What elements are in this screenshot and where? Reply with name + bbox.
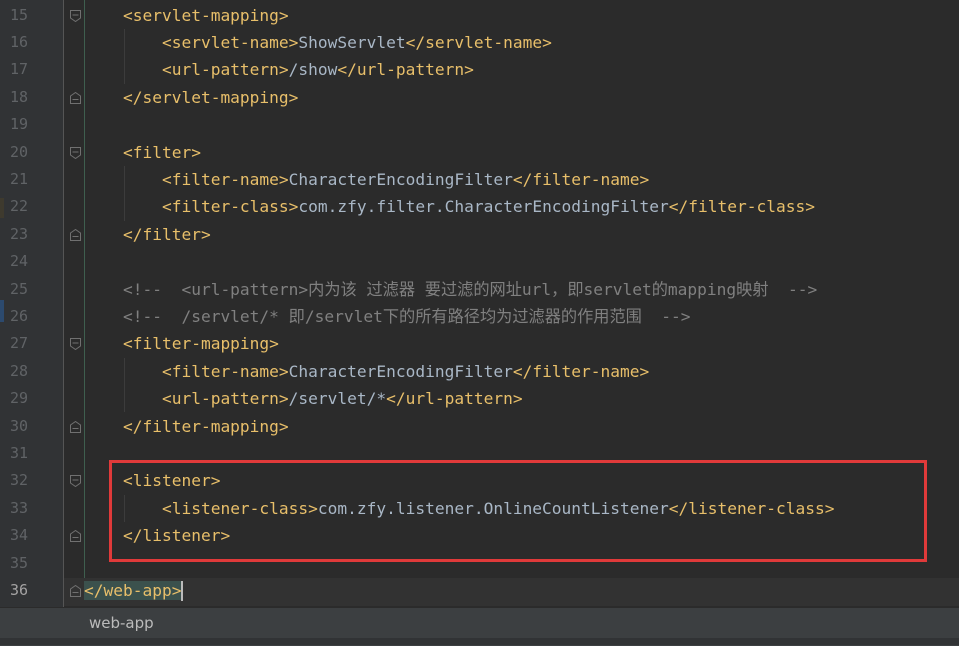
code-line[interactable]: <filter-mapping> (84, 330, 279, 357)
fold-end-icon[interactable] (70, 420, 81, 433)
xml-tag: <filter> (122, 142, 201, 162)
xml-text: ShowServlet (298, 32, 406, 52)
code-line[interactable]: <servlet-mapping> (84, 2, 289, 29)
fold-start-icon[interactable] (70, 475, 81, 488)
fold-start-icon[interactable] (70, 9, 81, 22)
line-number[interactable]: 22 (0, 193, 28, 220)
xml-tag: <servlet-mapping> (122, 5, 289, 25)
current-line-highlight (64, 578, 959, 606)
line-number[interactable]: 23 (0, 221, 28, 248)
xml-text: /servlet/* (288, 389, 387, 409)
line-number[interactable]: 33 (0, 495, 28, 522)
line-number[interactable]: 31 (0, 440, 28, 467)
line-number[interactable]: 36 (0, 577, 28, 604)
code-line[interactable]: <url-pattern>/servlet/*</url-pattern> (84, 385, 523, 412)
xml-tag: <filter-class> (161, 197, 299, 217)
line-number[interactable]: 17 (0, 56, 28, 83)
line-number[interactable]: 28 (0, 358, 28, 385)
xml-text: CharacterEncodingFilter (288, 361, 513, 381)
annotation-highlight-box (109, 460, 927, 562)
line-number[interactable]: 32 (0, 467, 28, 494)
xml-text: com.zfy.filter.CharacterEncodingFilter (298, 197, 669, 217)
line-number[interactable]: 25 (0, 276, 28, 303)
line-number[interactable]: 15 (0, 2, 28, 29)
xml-tag: </filter-mapping> (122, 416, 289, 436)
xml-comment: <!-- /servlet/* 即/servlet下的所有路径均为过滤器的作用范… (122, 306, 691, 326)
xml-tag: <servlet-name> (161, 32, 299, 52)
xml-tag: <filter-name> (161, 361, 289, 381)
xml-tag: <filter-name> (161, 169, 289, 189)
line-number[interactable]: 29 (0, 385, 28, 412)
code-line[interactable]: <url-pattern>/show</url-pattern> (84, 56, 474, 83)
fold-end-icon[interactable] (70, 584, 81, 597)
change-marker (0, 300, 4, 322)
line-number[interactable]: 26 (0, 303, 28, 330)
line-number[interactable]: 20 (0, 139, 28, 166)
xml-tag: </url-pattern> (337, 60, 474, 80)
line-number[interactable]: 34 (0, 522, 28, 549)
code-line[interactable]: <servlet-name>ShowServlet</servlet-name> (84, 29, 552, 56)
code-line[interactable]: <filter-name>CharacterEncodingFilter</fi… (84, 358, 649, 385)
xml-tag: </filter-name> (512, 361, 650, 381)
xml-tag: </filter-class> (668, 197, 815, 217)
fold-end-icon[interactable] (70, 530, 81, 543)
text-caret (181, 581, 184, 602)
xml-tag: </servlet-name> (405, 32, 552, 52)
line-number[interactable]: 16 (0, 29, 28, 56)
code-line[interactable]: </web-app> (84, 577, 184, 604)
matched-tag: </web-app> (84, 580, 182, 600)
code-line[interactable]: <!-- <url-pattern>内为该 过滤器 要过滤的网址url，即ser… (84, 276, 817, 303)
code-line[interactable]: </servlet-mapping> (84, 84, 298, 111)
code-line[interactable]: <filter> (84, 139, 201, 166)
code-line[interactable]: </filter> (84, 221, 211, 248)
breadcrumb[interactable]: web-app (89, 608, 154, 638)
line-number[interactable]: 21 (0, 166, 28, 193)
code-line[interactable]: <filter-name>CharacterEncodingFilter</fi… (84, 166, 649, 193)
code-line[interactable]: <!-- /servlet/* 即/servlet下的所有路径均为过滤器的作用范… (84, 303, 691, 330)
xml-tag: </filter-name> (512, 169, 650, 189)
gutter-divider (63, 0, 64, 607)
code-line[interactable]: </filter-mapping> (84, 413, 289, 440)
line-number[interactable]: 27 (0, 330, 28, 357)
fold-end-icon[interactable] (70, 91, 81, 104)
code-line[interactable]: <filter-class>com.zfy.filter.CharacterEn… (84, 193, 815, 220)
xml-tag: </filter> (122, 224, 211, 244)
line-number[interactable]: 35 (0, 550, 28, 577)
xml-tag: <filter-mapping> (122, 334, 279, 354)
xml-text: CharacterEncodingFilter (288, 169, 513, 189)
fold-end-icon[interactable] (70, 228, 81, 241)
xml-tag: <url-pattern> (161, 389, 289, 409)
fold-start-icon[interactable] (70, 146, 81, 159)
bottom-edge (0, 638, 959, 645)
xml-comment: <!-- <url-pattern>内为该 过滤器 要过滤的网址url，即ser… (122, 279, 818, 299)
xml-tag: <url-pattern> (161, 60, 289, 80)
code-editor[interactable]: 15 16 17 18 19 20 21 22 23 24 25 26 27 28 29 30 31 32 33 34… (0, 0, 959, 607)
xml-tag: </servlet-mapping> (122, 87, 299, 107)
line-number[interactable]: 18 (0, 84, 28, 111)
xml-text: /show (288, 60, 338, 80)
line-number[interactable]: 30 (0, 413, 28, 440)
xml-tag: </url-pattern> (386, 389, 523, 409)
change-marker (0, 198, 4, 218)
fold-start-icon[interactable] (70, 338, 81, 351)
line-number-gutter[interactable]: 15 16 17 18 19 20 21 22 23 24 25 26 27 28 29 30 31 32 33 34… (0, 0, 63, 607)
line-number[interactable]: 19 (0, 111, 28, 138)
line-number[interactable]: 24 (0, 248, 28, 275)
